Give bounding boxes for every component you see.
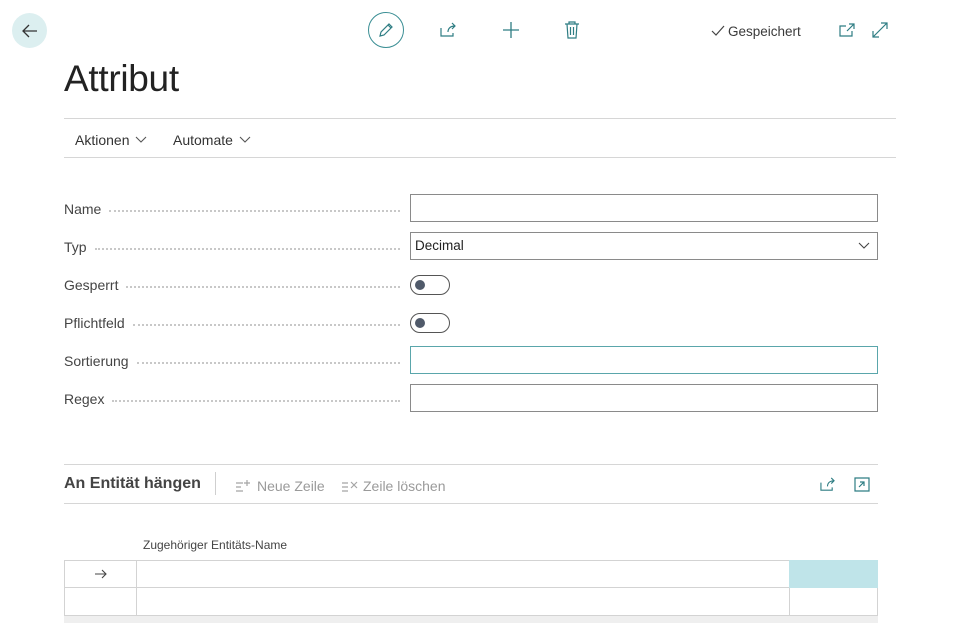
sortierung-label: Sortierung	[64, 351, 400, 371]
regex-label-text: Regex	[64, 391, 113, 407]
new-row-button[interactable]: Neue Zeile	[235, 477, 325, 495]
menu-aktionen-label: Aktionen	[75, 132, 130, 148]
back-button[interactable]	[12, 13, 47, 48]
sortierung-label-text: Sortierung	[64, 353, 137, 369]
open-new-window-button[interactable]	[836, 19, 858, 41]
page-title: Attribut	[64, 58, 179, 99]
row-indicator-cell[interactable]	[64, 588, 137, 616]
delete-row-label: Zeile löschen	[363, 478, 446, 494]
grid-cell[interactable]	[789, 588, 878, 616]
divider	[64, 464, 878, 465]
share-icon	[440, 22, 456, 37]
table-row[interactable]	[64, 560, 878, 588]
divider	[64, 157, 896, 158]
leader-dots	[109, 209, 400, 212]
subpage-expand-button[interactable]	[851, 473, 873, 495]
plus-icon	[503, 22, 519, 38]
regex-label: Regex	[64, 389, 400, 409]
menu-aktionen[interactable]: Aktionen	[75, 130, 147, 150]
toggle-knob	[415, 280, 425, 290]
chevron-down-icon	[136, 136, 147, 143]
leader-dots	[136, 361, 400, 364]
new-button[interactable]	[500, 19, 522, 41]
leader-dots	[112, 399, 400, 402]
new-row-label: Neue Zeile	[257, 478, 325, 494]
toggle-knob	[415, 318, 425, 328]
row-indicator-cell[interactable]	[64, 560, 137, 588]
column-header-entity-name[interactable]: Zugehöriger Entitäts-Name	[143, 538, 287, 552]
divider	[64, 118, 896, 119]
menu-automate[interactable]: Automate	[173, 130, 251, 150]
expand-button[interactable]	[869, 19, 891, 41]
pflichtfeld-label: Pflichtfeld	[64, 313, 400, 333]
leader-dots	[132, 323, 400, 326]
subpage-share-button[interactable]	[816, 473, 838, 495]
separator	[215, 472, 216, 495]
delete-row-button[interactable]: Zeile löschen	[341, 477, 446, 495]
chevron-down-icon	[858, 242, 870, 249]
gesperrt-toggle[interactable]	[410, 275, 450, 295]
expand-icon	[872, 22, 888, 38]
checkmark-icon	[711, 25, 725, 36]
leader-dots	[94, 247, 400, 250]
pflichtfeld-label-text: Pflichtfeld	[64, 315, 133, 331]
new-row-icon	[236, 480, 250, 492]
gesperrt-label-text: Gesperrt	[64, 277, 127, 293]
arrow-right-icon	[94, 569, 107, 579]
save-status: Gespeichert	[711, 22, 801, 40]
pflichtfeld-toggle[interactable]	[410, 313, 450, 333]
pencil-icon	[379, 23, 393, 37]
divider	[64, 503, 878, 504]
open-in-new-window-icon	[839, 23, 855, 37]
delete-button[interactable]	[561, 19, 583, 41]
focus-mode-icon	[854, 476, 870, 492]
name-label-text: Name	[64, 201, 110, 217]
name-label: Name	[64, 199, 400, 219]
menu-automate-label: Automate	[173, 132, 233, 148]
trash-icon	[565, 21, 579, 39]
subpage-title: An Entität hängen	[64, 475, 201, 492]
leader-dots	[126, 285, 400, 288]
share-icon	[819, 477, 835, 491]
grid-footer	[64, 616, 878, 623]
table-row[interactable]	[64, 588, 878, 616]
chevron-down-icon	[239, 136, 251, 143]
sortierung-input[interactable]	[410, 346, 878, 374]
typ-label-text: Typ	[64, 239, 95, 255]
edit-button[interactable]	[368, 12, 404, 48]
save-status-label: Gespeichert	[728, 23, 801, 39]
gesperrt-label: Gesperrt	[64, 275, 400, 295]
regex-input[interactable]	[410, 384, 878, 412]
name-input[interactable]	[410, 194, 878, 222]
typ-select[interactable]: Decimal	[410, 232, 878, 260]
delete-row-icon	[342, 481, 358, 492]
typ-label: Typ	[64, 237, 400, 257]
entity-name-cell[interactable]	[136, 560, 790, 588]
arrow-left-icon	[21, 24, 37, 37]
typ-select-value: Decimal	[415, 238, 464, 253]
share-button[interactable]	[437, 19, 459, 41]
entity-name-cell[interactable]	[136, 588, 790, 616]
selected-cell[interactable]	[789, 560, 878, 588]
